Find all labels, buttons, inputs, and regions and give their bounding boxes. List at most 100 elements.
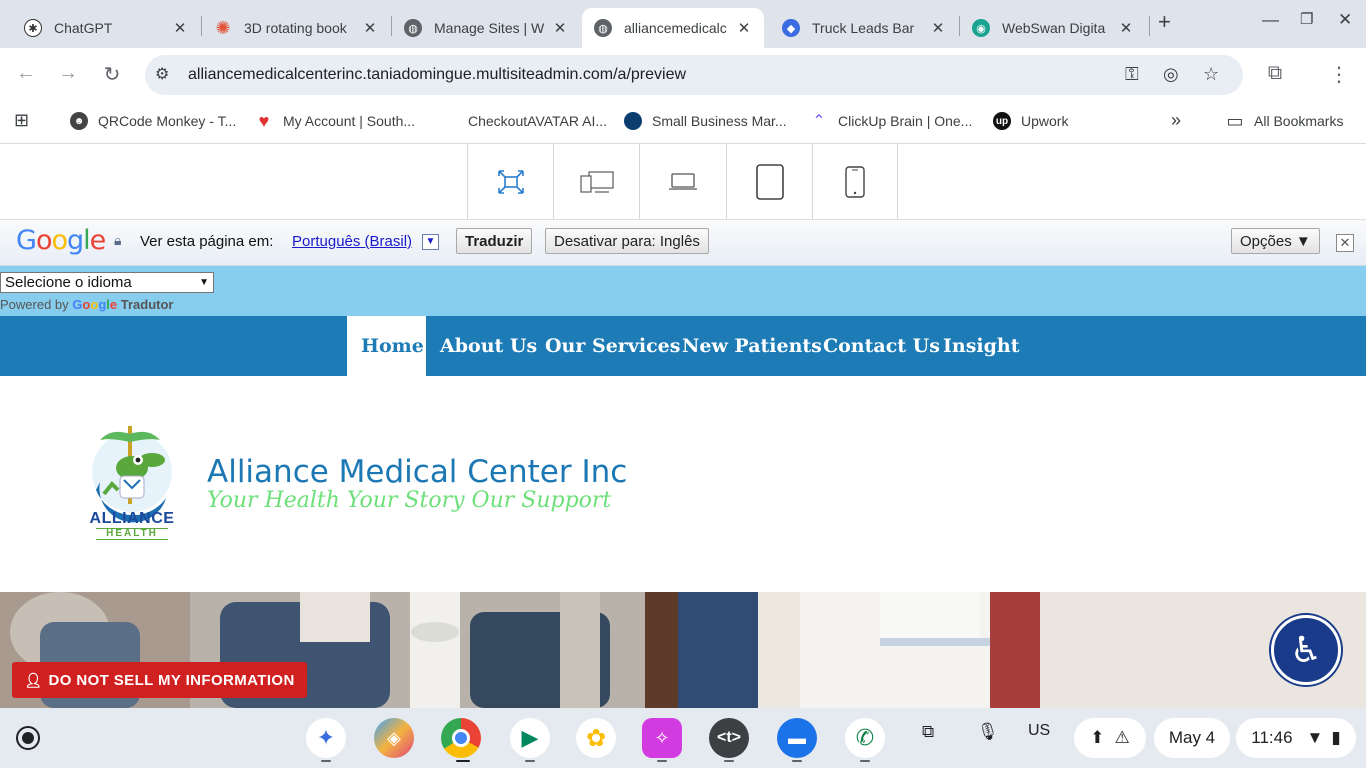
wifi-icon: ▼ [1306,728,1324,747]
url-text[interactable]: alliancemedicalcenterinc.taniadomingue.m… [188,66,686,84]
accessibility-button[interactable]: ♿︎ [1271,615,1341,685]
all-bookmarks-label: All Bookmarks [1254,113,1344,129]
eye-off-icon[interactable]: ◎ [1163,64,1179,85]
password-key-icon[interactable]: ⚿ [1125,64,1139,85]
files-app-icon[interactable]: ▬ [777,718,817,758]
fullscreen-preview-button[interactable] [467,144,553,219]
apps-grid-icon[interactable]: ⊞ [14,110,29,131]
tab-truck-leads[interactable]: ◆ Truck Leads Bar ✕ [770,8,958,48]
upwork-icon: up [993,112,1011,130]
close-window-icon[interactable]: ✕ [1338,10,1352,30]
forward-icon[interactable]: → [55,62,81,85]
copilot-app-icon[interactable]: ◈ [374,718,414,758]
close-icon[interactable]: ✕ [552,19,568,37]
bookmark-star-icon[interactable]: ☆ [1203,64,1219,85]
bookmarks-bar: ⊞ ☻ QRCode Monkey - T... ♥ My Account | … [0,102,1366,144]
bookmark-label: Upwork [1021,113,1069,129]
nav-insight[interactable]: Insight [929,316,1034,376]
tab-strip: ✱ ChatGPT ✕ ✺ 3D rotating book ✕ ◍ Manag… [0,0,1366,48]
launcher-icon[interactable] [16,726,40,750]
do-not-sell-label: DO NOT SELL MY INFORMATION [48,671,295,689]
site-header: ALLIANCE HEALTH Alliance Medical Center … [0,376,1366,592]
apple-icon [440,112,458,130]
tab-manage-sites[interactable]: ◍ Manage Sites | W ✕ [392,8,580,48]
microphone-icon[interactable]: 🎙︎ [977,722,999,742]
tab-chatgpt[interactable]: ✱ ChatGPT ✕ [12,8,200,48]
clickup-icon: ⌃ [812,113,826,130]
device-preview-bar [0,144,1366,220]
lock-icon: 🔒︎ [114,232,122,248]
monkey-icon: ☻ [70,112,88,130]
phone-preview-button[interactable] [812,144,898,219]
reload-icon[interactable]: ↻ [99,62,125,87]
all-bookmarks[interactable]: ▭ All Bookmarks [1226,111,1344,131]
disable-translate-button[interactable]: Desativar para: Inglês [545,228,709,254]
close-icon[interactable]: ✕ [1118,19,1134,37]
keyboard-layout[interactable]: US [1028,722,1050,740]
powered-tradutor-link[interactable]: Tradutor [121,297,174,312]
tab-webswan[interactable]: ◉ WebSwan Digita ✕ [960,8,1146,48]
gemini-app-icon[interactable]: ✦ [306,718,346,758]
powered-by-google: Powered by Google Tradutor [0,297,173,312]
site-title[interactable]: Alliance Medical Center Inc [207,454,627,490]
logo-text: ALLIANCE [89,510,175,527]
translate-close-icon[interactable]: ✕ [1336,234,1354,252]
address-bar[interactable]: ⚙ alliancemedicalcenterinc.taniadomingue… [145,55,1243,95]
language-select[interactable]: Selecione o idioma ▼ [0,272,214,293]
tab-alliancemedical[interactable]: ◍ alliancemedicalc ✕ [582,8,764,48]
terminal-app-icon[interactable]: <t> [709,718,749,758]
google-translate-bar: Google 🔒︎ Ver esta página em: Português … [0,220,1366,266]
phone-icon [845,165,865,198]
upload-icon: ⬆ [1090,728,1105,747]
tablet-icon [755,163,784,200]
play-store-app-icon[interactable]: ▶ [510,718,550,758]
close-icon[interactable]: ✕ [736,19,752,37]
close-icon[interactable]: ✕ [172,19,188,37]
close-icon[interactable]: ✕ [362,19,378,37]
status-pill[interactable]: 11:46 ▼ ▮ [1236,718,1356,758]
language-dropdown-arrow[interactable]: ▼ [422,234,439,250]
chrome-app-icon[interactable] [441,718,481,758]
new-tab-button[interactable]: + [1158,9,1171,35]
laptop-preview-button[interactable] [639,144,725,219]
site-settings-icon[interactable]: ⚙ [155,64,169,84]
restore-icon[interactable]: ❐ [1300,10,1313,28]
phone-hub-app-icon[interactable]: ✆ [845,718,885,758]
menu-icon[interactable]: ⋮ [1326,62,1352,87]
notifications-pill[interactable]: ⬆ ⚠ [1074,718,1146,758]
site-nav: Home About Us Our Services New Patients … [0,316,1366,376]
translate-button[interactable]: Traduzir [456,228,533,254]
photos-app-icon[interactable]: ✿ [576,718,616,758]
bookmark-my-account[interactable]: ♥ My Account | South... [255,110,415,131]
bookmarks-overflow-icon[interactable]: » [1171,110,1181,131]
tablet-preview-button[interactable] [726,144,812,219]
alliance-logo[interactable]: ALLIANCE HEALTH [82,420,182,546]
bookmark-checkoutavatar[interactable]: CheckoutAVATAR AI... [440,112,607,130]
nav-home[interactable]: Home [347,316,426,376]
powered-google-logo[interactable]: Google [72,297,117,312]
translate-options-button[interactable]: Opções ▼ [1231,228,1320,254]
multi-device-preview-button[interactable] [553,144,639,219]
globe-icon: ◍ [594,19,612,37]
bookmark-upwork[interactable]: up Upwork [993,112,1068,130]
screen-capture-icon[interactable]: ⧉ [922,722,934,742]
bookmark-small-business[interactable]: Small Business Mar... [624,112,787,130]
warning-icon: ⚠ [1114,728,1130,747]
tab-title: ChatGPT [54,20,113,36]
close-icon[interactable]: ✕ [930,19,946,37]
do-not-sell-button[interactable]: 👤︎ DO NOT SELL MY INFORMATION [12,662,307,698]
bookmark-qrcode-monkey[interactable]: ☻ QRCode Monkey - T... [70,112,236,130]
heart-icon: ♥ [258,110,270,131]
back-icon[interactable]: ← [13,62,39,85]
bookmark-clickup[interactable]: ⌃ ClickUp Brain | One... [810,112,972,130]
minimize-icon[interactable]: — [1262,10,1279,30]
translate-language-link[interactable]: Português (Brasil) [292,233,412,250]
date-pill[interactable]: May 4 [1154,718,1230,758]
tab-3d-rotating-book[interactable]: ✺ 3D rotating book ✕ [202,8,390,48]
wheelchair-icon: ♿︎ [1289,629,1323,670]
extensions-icon[interactable]: ⧉ [1262,62,1288,85]
google-logo: Google [16,225,106,256]
logo-subtext: HEALTH [96,528,168,540]
tab-title: WebSwan Digita [1002,20,1106,36]
notes-app-icon[interactable]: ✧ [642,718,682,758]
